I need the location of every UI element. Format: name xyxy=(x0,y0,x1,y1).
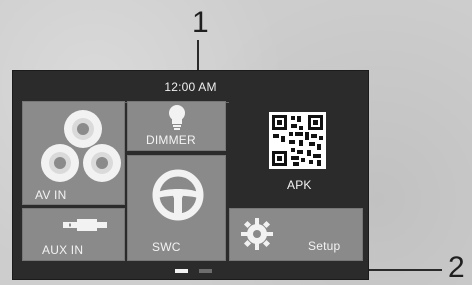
steering-wheel-icon xyxy=(152,169,204,221)
disc-right xyxy=(83,144,121,182)
callout-number-2: 2 xyxy=(448,251,465,284)
av-in-label: AV IN xyxy=(35,188,67,202)
aux-in-tile[interactable]: AUX IN xyxy=(22,208,125,261)
disc-top xyxy=(64,110,102,148)
dimmer-label: DIMMER xyxy=(146,133,196,147)
swc-label: SWC xyxy=(152,240,181,254)
bulb-icon xyxy=(169,105,185,130)
qr-code-icon xyxy=(269,112,326,169)
apk-label: APK xyxy=(287,178,312,192)
disc-left xyxy=(41,144,79,182)
dimmer-tile[interactable]: DIMMER xyxy=(127,101,226,151)
gear-icon xyxy=(241,218,273,250)
aux-plug-icon xyxy=(63,219,107,231)
swc-tile[interactable]: SWC xyxy=(127,155,226,261)
aux-in-label: AUX IN xyxy=(42,243,84,257)
page-indicator-active[interactable] xyxy=(175,269,188,273)
callout-number-1: 1 xyxy=(192,6,209,39)
status-bar-time: 12:00 AM xyxy=(164,80,217,94)
setup-label: Setup xyxy=(308,239,341,253)
av-in-tile[interactable]: AV IN xyxy=(22,101,125,205)
discs-icon xyxy=(41,110,121,185)
qr-code-graphic xyxy=(269,112,326,169)
page-indicator-inactive[interactable] xyxy=(199,269,212,273)
setup-tile[interactable]: Setup xyxy=(229,208,363,261)
head-unit-screen: 12:00 AM AV IN AUX IN DIMMER SWC APK Set… xyxy=(12,70,369,280)
apk-tile[interactable]: APK xyxy=(229,101,363,204)
